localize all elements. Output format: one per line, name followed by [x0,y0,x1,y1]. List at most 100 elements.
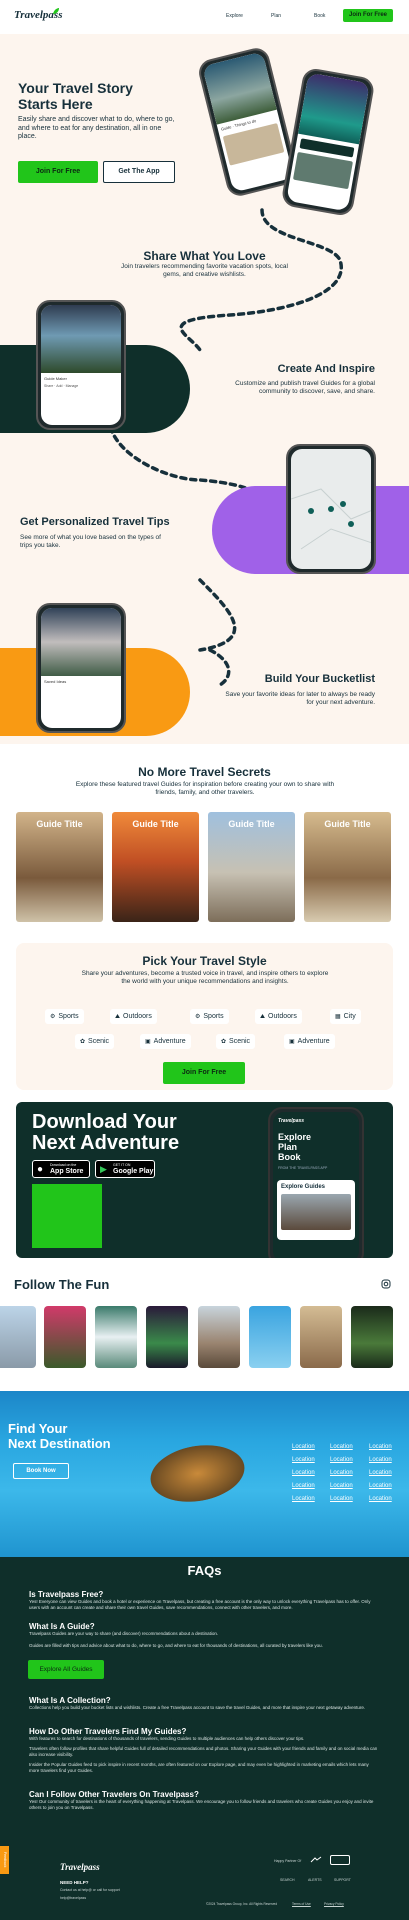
outdoors-icon: ⛰ [115,1014,121,1020]
nav-explore[interactable]: Explore [226,13,243,19]
create-subtitle: Customize and publish travel Guides for … [235,380,375,395]
hero-title: Your Travel Story Starts Here [18,80,188,112]
guide-card[interactable]: Guide Title [208,812,295,922]
social-photo[interactable] [0,1306,36,1368]
faq-answer: Travelpass Guides are your way to share … [29,1631,219,1636]
secrets-title: No More Travel Secrets [138,765,271,779]
faq-answer: Insider the Popular Guides feed to pick … [29,1762,369,1773]
chip-outdoors[interactable]: ⛰ Outdoors [255,1009,302,1024]
guide-card[interactable]: Guide Title [16,812,103,922]
location-link[interactable]: Location [292,1457,315,1463]
download-section: Download Your Next Adventure ● Download … [16,1102,393,1258]
location-link[interactable]: Location [330,1470,353,1476]
chip-label: Sports [58,1013,79,1020]
chip-scenic[interactable]: ✿ Scenic [75,1034,115,1049]
social-photo[interactable] [44,1306,86,1368]
chip-scenic[interactable]: ✿ Scenic [216,1034,256,1049]
download-phone: Travelpass Explore Plan Book FROM THE TR… [268,1107,364,1258]
app-store-button[interactable]: ● Download on the App Store [32,1160,90,1178]
bucketlist-phone: Saved Ideas [36,603,126,733]
phone-subtitle: FROM THE TRAVELPASS APP [278,1166,328,1170]
chip-sports[interactable]: ⚙ Sports [45,1009,84,1024]
share-title: Share What You Love [143,249,266,263]
guide-title: Guide Title [132,819,179,829]
social-photo[interactable] [249,1306,291,1368]
privacy-link[interactable]: Privacy Policy [324,1902,344,1906]
faq-question[interactable]: Can I Follow Other Travelers On Travelpa… [29,1790,199,1799]
social-photo[interactable] [95,1306,137,1368]
social-photo[interactable] [351,1306,393,1368]
play-icon: ▶ [100,1164,107,1174]
guide-card[interactable]: Guide Title [112,812,199,922]
chip-label: Scenic [88,1038,110,1045]
nav-plan[interactable]: Plan [271,13,281,19]
chip-city[interactable]: ▦ City [330,1009,361,1024]
location-link[interactable]: Location [330,1483,353,1489]
nav-join-button[interactable]: Join For Free [343,9,393,22]
google-small: GET IT ON [113,1163,131,1167]
chip-sports[interactable]: ⚙ Sports [190,1009,229,1024]
book-now-button[interactable]: Book Now [13,1463,69,1479]
faq-question[interactable]: Is Travelpass Free? [29,1590,103,1599]
location-link[interactable]: Location [369,1444,392,1450]
footer-link-search[interactable]: SEARCH [280,1878,295,1882]
guide-card[interactable]: Guide Title [304,812,391,922]
tips-title: Get Personalized Travel Tips [20,516,170,528]
chip-label: Outdoors [268,1013,297,1020]
apple-icon: ● [37,1164,44,1175]
social-photo[interactable] [300,1306,342,1368]
location-link[interactable]: Location [369,1483,392,1489]
footer-help-title: NEED HELP? [60,1880,89,1885]
social-photo[interactable] [146,1306,188,1368]
chip-label: Sports [203,1013,224,1020]
chip-adventure[interactable]: ▣ Adventure [284,1034,335,1049]
footer-help-email[interactable]: help@travelpass [60,1896,86,1900]
hero-subtitle: Easily share and discover what to do, wh… [18,116,175,140]
nav-book[interactable]: Book [314,13,325,19]
location-link[interactable]: Location [292,1496,315,1502]
location-link[interactable]: Location [369,1470,392,1476]
chip-adventure[interactable]: ▣ Adventure [140,1034,191,1049]
feedback-tab[interactable]: Feedback [0,1846,9,1874]
tips-subtitle: See more of what you love based on the t… [20,534,161,549]
chip-label: Outdoors [123,1013,152,1020]
phone-logo: Travelpass [278,1118,305,1124]
sports-icon: ⚙ [195,1014,201,1020]
location-link[interactable]: Location [330,1457,353,1463]
outdoors-icon: ⛰ [260,1014,266,1020]
faq-question[interactable]: What Is A Collection? [29,1696,111,1705]
footer-logo[interactable]: Travelpass [60,1862,100,1872]
logo-leaf-icon [53,8,59,14]
phone-card-title: Explore Guides [281,1184,326,1190]
share-subtitle: Join travelers recommending favorite vac… [121,263,288,278]
faq-question[interactable]: How Do Other Travelers Find My Guides? [29,1727,186,1736]
location-link[interactable]: Location [292,1483,315,1489]
faq-answer: Collections help you build your bucket l… [29,1705,366,1710]
social-photo[interactable] [198,1306,240,1368]
style-join-button[interactable]: Join For Free [163,1062,245,1084]
faq-question[interactable]: What Is A Guide? [29,1622,95,1631]
hero-title-line2: Starts Here [18,96,93,112]
location-link[interactable]: Location [330,1444,353,1450]
scenic-icon: ✿ [80,1039,86,1045]
chip-label: Scenic [229,1038,251,1045]
location-link[interactable]: Location [369,1457,392,1463]
chip-label: Adventure [153,1038,186,1045]
faq-answer: Yes! Everyone can view Guides and book a… [29,1599,371,1610]
secrets-subtitle: Explore these featured travel Guides for… [75,781,335,796]
location-link[interactable]: Location [369,1496,392,1502]
instagram-icon[interactable] [381,1279,391,1289]
terms-link[interactable]: Terms of Use [292,1902,311,1906]
location-link[interactable]: Location [292,1444,315,1450]
google-play-button[interactable]: ▶ GET IT ON Google Play [95,1160,155,1178]
scenic-icon: ✿ [221,1039,227,1045]
faq-answer: Guides are filled with tips and advice a… [29,1643,323,1648]
footer-link-alerts[interactable]: ALERTS [308,1878,322,1882]
qr-code-placeholder [32,1184,102,1248]
footer-link-support[interactable]: SUPPORT [334,1878,351,1882]
location-link[interactable]: Location [292,1470,315,1476]
explore-guides-button[interactable]: Explore All Guides [28,1660,104,1679]
chip-label: Adventure [297,1038,330,1045]
chip-outdoors[interactable]: ⛰ Outdoors [110,1009,157,1024]
location-link[interactable]: Location [330,1496,353,1502]
